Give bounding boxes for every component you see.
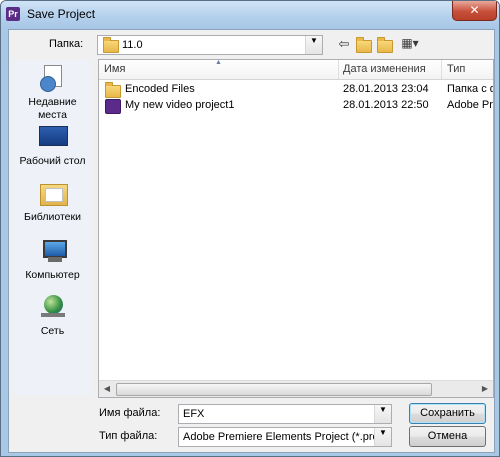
filetype-value: Adobe Premiere Elements Project (*.prel) [183,431,385,443]
filename-label: Имя файла: [99,407,161,419]
file-type: Папка с ф [447,83,493,95]
chevron-down-icon[interactable]: ▼ [374,405,391,423]
sort-ascending-icon: ▲ [215,59,222,66]
file-date: 28.01.2013 23:04 [343,83,429,95]
filename-input[interactable]: EFX ▼ [178,404,392,424]
place-label: Библиотеки [24,211,81,223]
title-bar: Pr Save Project ✕ [1,1,499,29]
lookin-label: Папка: [49,38,84,50]
place-label: Компьютер [25,269,80,281]
desktop-icon [37,122,69,152]
places-bar: Недавние места Рабочий стол Библиотеки К… [14,60,91,395]
place-recent[interactable]: Недавние места [14,63,91,122]
premiere-project-icon [105,99,121,114]
column-header-date[interactable]: Дата изменения [343,63,426,75]
place-label: Сеть [40,325,65,337]
new-folder-icon[interactable] [376,36,394,54]
folder-icon [103,37,119,53]
lookin-value: 11.0 [122,39,143,51]
horizontal-scrollbar[interactable]: ◀ ▶ [99,380,493,397]
file-list[interactable]: ▲ Имя Дата изменения Тип Encoded Files 2… [98,59,494,398]
computer-icon [37,236,69,266]
save-button[interactable]: Сохранить [409,403,486,424]
lookin-combo[interactable]: 11.0 ▼ [97,35,323,55]
file-name: My new video project1 [125,99,235,111]
list-header: ▲ Имя Дата изменения Тип [99,59,493,80]
column-header-name[interactable]: Имя [104,63,125,75]
filename-value: EFX [183,408,205,420]
list-item[interactable]: My new video project1 28.01.2013 22:50 A… [99,98,493,114]
network-icon [37,292,69,322]
place-label: Недавние места [28,96,77,121]
chevron-down-icon[interactable]: ▼ [305,36,322,54]
file-type: Adobe Pre [447,99,493,111]
place-label: Рабочий стол [19,155,86,167]
premiere-app-icon: Pr [6,7,20,21]
cancel-button[interactable]: Отмена [409,426,486,447]
file-name: Encoded Files [125,83,195,95]
view-menu-icon[interactable]: ▦▾ [397,36,423,54]
scroll-right-icon[interactable]: ▶ [477,381,493,397]
filetype-label: Тип файла: [99,430,158,442]
scroll-left-icon[interactable]: ◀ [99,381,115,397]
column-header-type[interactable]: Тип [447,63,465,75]
place-libraries[interactable]: Библиотеки [14,178,91,224]
folder-icon [105,82,121,98]
up-folder-icon[interactable] [355,36,373,54]
place-desktop[interactable]: Рабочий стол [14,122,91,168]
back-arrow-icon[interactable]: ⇦ [335,36,353,54]
libraries-icon [37,178,69,208]
window-title: Save Project [27,7,96,21]
dialog-body: Папка: 11.0 ▼ ⇦ ▦▾ Недавние места Рабочи… [8,29,495,453]
close-button[interactable]: ✕ [452,1,497,21]
chevron-down-icon[interactable]: ▼ [374,428,391,446]
scrollbar-thumb[interactable] [116,383,432,396]
place-network[interactable]: Сеть [14,292,91,338]
save-project-dialog: Pr Save Project ✕ Папка: 11.0 ▼ ⇦ ▦▾ Нед… [0,0,500,457]
list-item[interactable]: Encoded Files 28.01.2013 23:04 Папка с ф [99,82,493,98]
recent-places-icon [37,63,69,93]
place-computer[interactable]: Компьютер [14,236,91,282]
filetype-select[interactable]: Adobe Premiere Elements Project (*.prel)… [178,427,392,447]
file-date: 28.01.2013 22:50 [343,99,429,111]
